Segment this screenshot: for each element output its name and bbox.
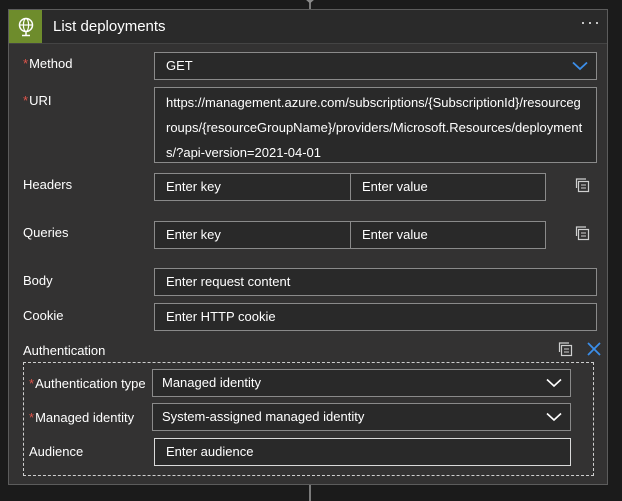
query-key-input[interactable]: Enter key xyxy=(154,221,351,249)
query-value-input[interactable]: Enter value xyxy=(350,221,546,249)
method-label: *Method xyxy=(23,56,73,71)
headers-label: Headers xyxy=(23,177,73,192)
required-asterisk: * xyxy=(29,376,35,391)
cookie-label: Cookie xyxy=(23,308,64,323)
chevron-down-icon xyxy=(572,61,588,71)
chevron-down-icon xyxy=(546,412,562,422)
connector-arrow-icon xyxy=(306,0,314,4)
cookie-input[interactable]: Enter HTTP cookie xyxy=(154,303,597,331)
managed-identity-value: System-assigned managed identity xyxy=(162,409,365,424)
close-icon[interactable] xyxy=(586,341,602,357)
header-key-input[interactable]: Enter key xyxy=(154,173,351,201)
managed-identity-dropdown[interactable]: System-assigned managed identity xyxy=(152,403,571,431)
audience-input[interactable]: Enter audience xyxy=(154,438,571,466)
queries-text-mode-icon[interactable] xyxy=(575,225,591,241)
http-action-card: List deployments ··· *Method GET *URI ht… xyxy=(8,9,608,485)
authentication-text-mode-icon[interactable] xyxy=(558,341,574,357)
audience-label: Audience xyxy=(29,444,84,459)
method-value: GET xyxy=(166,58,193,73)
headers-text-mode-icon[interactable] xyxy=(575,177,591,193)
required-asterisk: * xyxy=(29,410,35,425)
managed-identity-label: *Managed identity xyxy=(29,410,135,425)
flow-connector-bottom xyxy=(309,485,311,501)
required-asterisk: * xyxy=(23,56,29,71)
authentication-type-dropdown[interactable]: Managed identity xyxy=(152,369,571,397)
chevron-down-icon xyxy=(546,378,562,388)
action-header[interactable]: List deployments ··· xyxy=(9,10,607,44)
uri-input[interactable]: https://management.azure.com/subscriptio… xyxy=(154,87,597,163)
globe-icon xyxy=(9,10,42,43)
more-options-icon[interactable]: ··· xyxy=(580,12,601,33)
body-label: Body xyxy=(23,273,53,288)
uri-label: *URI xyxy=(23,93,52,108)
action-title: List deployments xyxy=(53,18,166,35)
authentication-label: Authentication xyxy=(23,343,106,358)
header-value-input[interactable]: Enter value xyxy=(350,173,546,201)
queries-label: Queries xyxy=(23,225,69,240)
authentication-type-label: *Authentication type xyxy=(29,376,146,391)
authentication-type-value: Managed identity xyxy=(162,375,262,390)
method-dropdown[interactable]: GET xyxy=(154,52,597,80)
body-input[interactable]: Enter request content xyxy=(154,268,597,296)
required-asterisk: * xyxy=(23,93,29,108)
